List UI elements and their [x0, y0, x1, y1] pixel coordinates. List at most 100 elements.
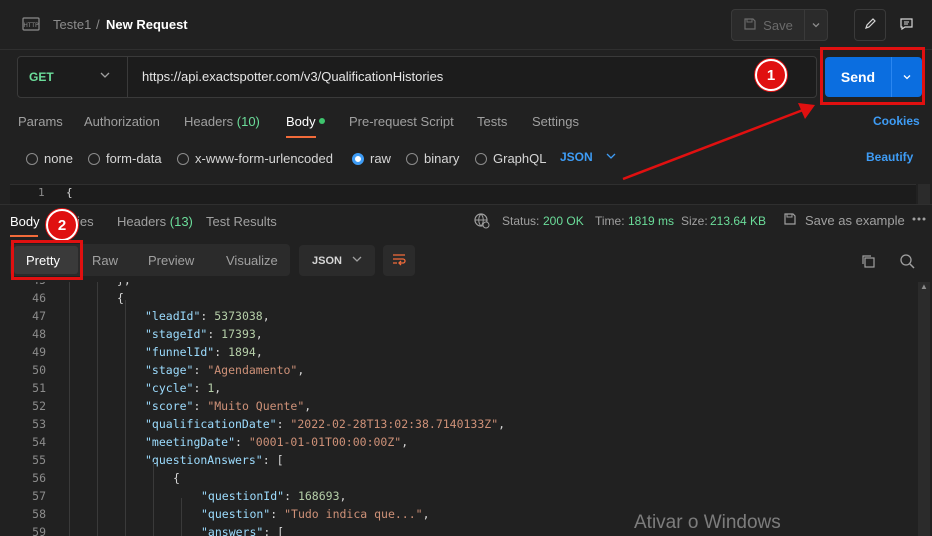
tab-params[interactable]: Params: [18, 114, 63, 129]
raw-format-select[interactable]: JSON: [560, 150, 593, 164]
response-format-select[interactable]: JSON: [299, 245, 375, 276]
radio-none[interactable]: none: [26, 151, 73, 166]
save-as-example-button[interactable]: Save as example: [805, 213, 905, 228]
radio-raw[interactable]: raw: [352, 151, 391, 166]
indent-guide: [97, 282, 98, 536]
radio-form-data[interactable]: form-data: [88, 151, 162, 166]
line-number: 54: [32, 435, 46, 449]
body-modified-dot: [319, 118, 325, 124]
radio-binary[interactable]: binary: [406, 151, 459, 166]
view-visualize[interactable]: Visualize: [226, 253, 278, 268]
response-tab-body[interactable]: Body: [10, 214, 40, 229]
http-request-icon: HTTP: [22, 15, 40, 33]
pretty-highlight-box: [11, 240, 83, 280]
response-tab-headers-label: Headers: [117, 214, 167, 229]
radio-label: form-data: [106, 151, 162, 166]
line-number: 53: [32, 417, 46, 431]
code-line: 46 {: [0, 291, 916, 309]
scroll-up-arrow[interactable]: ▲: [918, 282, 930, 296]
radio-graphql[interactable]: GraphQL: [475, 151, 546, 166]
editor-text: {: [66, 186, 73, 199]
divider: [0, 49, 932, 50]
line-number: 51: [32, 381, 46, 395]
code-line: 52 "score": "Muito Quente",: [0, 399, 916, 417]
time-value[interactable]: 1819 ms: [628, 214, 674, 228]
line-number: 1: [38, 186, 45, 199]
tab-pre-request-script[interactable]: Pre-request Script: [349, 114, 454, 129]
code-line: 45},: [0, 282, 916, 291]
line-number: 55: [32, 453, 46, 467]
view-raw[interactable]: Raw: [92, 253, 118, 268]
chevron-down-icon[interactable]: [606, 148, 616, 167]
beautify-link[interactable]: Beautify: [866, 150, 913, 164]
comment-icon: [899, 17, 914, 34]
radio-circle: [177, 152, 189, 165]
annotation-arrow: [622, 103, 815, 181]
editor-scrollbar[interactable]: [918, 184, 930, 204]
more-options-icon[interactable]: [911, 212, 927, 226]
radio-x-www-form-urlencoded[interactable]: x-www-form-urlencoded: [177, 151, 333, 166]
active-tab-indicator: [286, 136, 316, 138]
response-tab-test-results[interactable]: Test Results: [206, 214, 277, 229]
tab-settings[interactable]: Settings: [532, 114, 579, 129]
copy-icon[interactable]: [860, 253, 876, 269]
response-scrollbar[interactable]: [918, 282, 930, 536]
radio-label: x-www-form-urlencoded: [195, 151, 333, 166]
code-text: "cycle": 1,: [145, 381, 222, 395]
line-number: 59: [32, 525, 46, 536]
save-options-button[interactable]: [804, 10, 827, 40]
radio-circle: [88, 152, 100, 165]
radio-circle: [475, 152, 487, 165]
line-number: 58: [32, 507, 46, 521]
divider: [127, 57, 128, 97]
response-headers-count: (13): [169, 214, 193, 229]
globe-icon[interactable]: [473, 212, 491, 230]
tab-authorization[interactable]: Authorization: [84, 114, 160, 129]
radio-label: binary: [424, 151, 460, 166]
code-text: "questionAnswers": [: [145, 453, 284, 467]
code-line: 57 "questionId": 168693,: [0, 489, 916, 507]
response-tab-headers[interactable]: Headers (13): [117, 214, 193, 229]
line-number: 57: [32, 489, 46, 503]
indent-guide: [153, 462, 154, 536]
wrap-lines-button[interactable]: [383, 245, 415, 276]
radio-circle: [406, 152, 418, 165]
radio-circle: [26, 152, 38, 165]
view-preview[interactable]: Preview: [148, 253, 194, 268]
line-number: 46: [32, 291, 46, 305]
code-line: 50 "stage": "Agendamento",: [0, 363, 916, 381]
code-text: "stage": "Agendamento",: [145, 363, 305, 377]
tab-headers[interactable]: Headers (10): [184, 114, 260, 129]
response-tab-cookies[interactable]: ies: [77, 214, 94, 229]
cookies-link[interactable]: Cookies: [873, 114, 920, 128]
status-label: Status:: [502, 214, 540, 228]
status-value[interactable]: 200 OK: [543, 214, 584, 228]
response-format-label: JSON: [312, 254, 342, 267]
code-line: 49 "funnelId": 1894,: [0, 345, 916, 363]
code-text: {: [117, 291, 124, 305]
request-title[interactable]: New Request: [106, 17, 188, 32]
tab-body[interactable]: Body: [286, 114, 316, 129]
method-select[interactable]: GET: [29, 70, 54, 84]
size-value[interactable]: 213.64 KB: [710, 214, 766, 228]
save-example-icon: [783, 212, 797, 226]
edit-button[interactable]: [854, 9, 886, 41]
code-line: 56 {: [0, 471, 916, 489]
time-label: Time:: [595, 214, 625, 228]
url-input[interactable]: https://api.exactspotter.com/v3/Qualific…: [142, 69, 443, 84]
code-line: 54 "meetingDate": "0001-01-01T00:00:00Z",: [0, 435, 916, 453]
breadcrumb-collection[interactable]: Teste1: [53, 17, 91, 32]
svg-text:HTTP: HTTP: [23, 22, 39, 29]
code-text: {: [173, 471, 180, 485]
chevron-down-icon[interactable]: [100, 67, 110, 86]
tab-tests[interactable]: Tests: [477, 114, 507, 129]
comments-button[interactable]: [890, 9, 922, 41]
code-text: },: [117, 282, 131, 287]
code-line: 47 "leadId": 5373038,: [0, 309, 916, 327]
code-text: "score": "Muito Quente",: [145, 399, 312, 413]
search-icon[interactable]: [899, 253, 915, 269]
request-body-editor[interactable]: [10, 184, 916, 206]
response-body-code[interactable]: 45},46{47"leadId": 5373038,48"stageId": …: [0, 282, 916, 536]
save-button[interactable]: Save: [732, 10, 804, 40]
indent-guide: [125, 300, 126, 536]
